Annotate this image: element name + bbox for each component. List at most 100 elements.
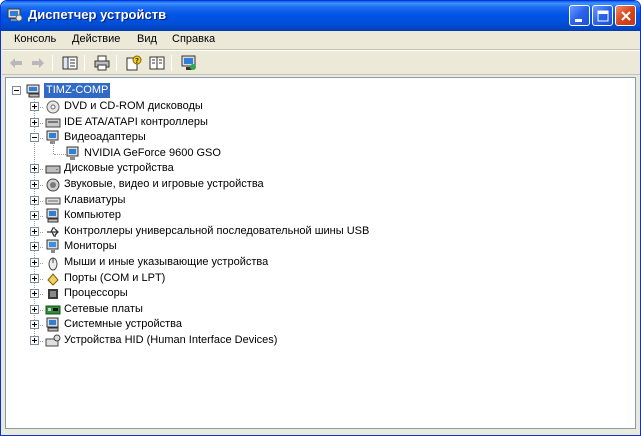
expand-toggle[interactable] — [30, 304, 39, 314]
tree-category-label[interactable]: Мыши и иные указывающие устройства — [64, 256, 268, 269]
minimize-icon — [575, 19, 582, 22]
tree-category-label[interactable]: Системные устройства — [64, 318, 182, 331]
expand-toggle[interactable] — [30, 226, 39, 236]
tree-category-row[interactable]: Контроллеры универсальной последовательн… — [6, 224, 635, 240]
device-tree[interactable]: TIMZ-COMP DVD и CD-ROM дисководы IDE ATA/… — [5, 77, 636, 429]
expand-toggle[interactable] — [30, 258, 39, 267]
title-bar[interactable]: Диспетчер устройств — [1, 1, 640, 31]
menu-console[interactable]: Консоль — [14, 33, 56, 45]
expand-toggle[interactable] — [30, 180, 39, 189]
tree-category-label[interactable]: Компьютер — [64, 209, 121, 222]
tree-category-row[interactable]: Видеоадаптеры — [6, 130, 635, 146]
tree-category-row[interactable]: Порты (COM и LPT) — [6, 271, 635, 287]
tree-root[interactable]: TIMZ-COMP — [6, 83, 635, 99]
tree-category-row[interactable]: Компьютер — [6, 208, 635, 224]
expand-toggle[interactable] — [30, 102, 39, 111]
tree-category-row[interactable]: Мониторы — [6, 239, 635, 255]
svg-text:?: ? — [135, 57, 139, 65]
ide-controller-icon — [45, 118, 61, 128]
properties-help-icon: ? — [126, 55, 142, 71]
expand-toggle[interactable] — [30, 164, 39, 174]
tree-category-row[interactable]: Сетевые платы — [6, 302, 635, 318]
network-card-icon — [45, 305, 61, 315]
usb-icon — [47, 227, 59, 237]
expand-toggle[interactable] — [30, 211, 39, 221]
toolbar-separator — [52, 55, 53, 71]
maximize-icon — [597, 10, 609, 22]
system-device-icon — [46, 317, 59, 332]
expand-toggle[interactable] — [30, 273, 39, 283]
tree-category-label[interactable]: Клавиатуры — [64, 194, 125, 207]
display-adapter-icon — [66, 146, 79, 160]
print-button[interactable] — [91, 53, 113, 73]
expand-toggle[interactable] — [30, 289, 39, 299]
properties-help-button[interactable]: ? — [123, 53, 145, 73]
tree-category-label[interactable]: Устройства HID (Human Interface Devices) — [64, 334, 277, 347]
window-title: Диспетчер устройств — [28, 7, 167, 22]
status-bar — [2, 431, 640, 435]
port-icon — [47, 272, 59, 286]
computer-icon — [46, 208, 59, 223]
menu-view[interactable]: Вид — [137, 33, 157, 45]
expand-toggle[interactable] — [30, 117, 39, 127]
tree-category-label[interactable]: Видеоадаптеры — [64, 131, 146, 144]
forward-arrow-icon — [32, 58, 44, 68]
tree-category-row[interactable]: Устройства HID (Human Interface Devices) — [6, 333, 635, 349]
menu-bar: Консоль Действие Вид Справка — [2, 31, 640, 49]
tree-device-row[interactable]: NVIDIA GeForce 9600 GSO — [6, 141, 635, 162]
processor-icon — [48, 289, 58, 300]
computer-name[interactable]: TIMZ-COMP — [44, 83, 111, 98]
computer-icon — [26, 84, 40, 98]
back-button[interactable] — [5, 53, 27, 73]
collapse-toggle[interactable] — [12, 86, 21, 95]
expand-toggle[interactable] — [30, 336, 39, 345]
tree-category-label[interactable]: DVD и CD-ROM дисководы — [64, 100, 203, 113]
tree-category-label[interactable]: Процессоры — [64, 287, 128, 300]
tree-category-row[interactable]: DVD и CD-ROM дисководы — [6, 99, 635, 115]
menu-separator-highlight — [2, 50, 640, 51]
tree-category-row[interactable]: IDE ATA/ATAPI контроллеры — [6, 115, 635, 131]
toolbar-separator — [171, 55, 172, 71]
tree-category-row[interactable]: Клавиатуры — [6, 193, 635, 209]
tree-category-row[interactable]: Звуковые, видео и игровые устройства — [6, 177, 635, 193]
close-icon — [621, 11, 631, 21]
close-button[interactable] — [615, 5, 636, 26]
maximize-button[interactable] — [592, 5, 613, 26]
menu-action[interactable]: Действие — [72, 33, 120, 45]
tree-category-label[interactable]: Звуковые, видео и игровые устройства — [64, 178, 264, 191]
expand-toggle[interactable] — [30, 195, 39, 205]
disk-drive-icon — [45, 165, 61, 174]
tree-category-label[interactable]: Мониторы — [64, 240, 117, 253]
properties-button[interactable] — [146, 53, 168, 73]
expand-toggle[interactable] — [30, 242, 39, 252]
tree-category-label[interactable]: Порты (COM и LPT) — [64, 272, 165, 285]
forward-button[interactable] — [27, 53, 49, 73]
keyboard-icon — [45, 197, 61, 205]
toolbar-separator — [116, 55, 117, 71]
scan-hardware-button[interactable] — [178, 53, 200, 73]
expand-toggle[interactable] — [30, 320, 39, 330]
tree-device-label[interactable]: NVIDIA GeForce 9600 GSO — [84, 147, 221, 160]
tree-category-row[interactable]: Системные устройства — [6, 317, 635, 333]
tree-category-label[interactable]: Контроллеры универсальной последовательн… — [64, 225, 369, 238]
minimize-button[interactable] — [569, 5, 590, 26]
tree-category-row[interactable]: Процессоры — [6, 286, 635, 302]
tree-category-label[interactable]: IDE ATA/ATAPI контроллеры — [64, 116, 208, 129]
cdrom-icon — [46, 100, 60, 114]
toolbar-separator-bottom — [2, 74, 640, 75]
sound-device-icon — [46, 178, 60, 192]
device-manager-window: Диспетчер устройств Консоль Действие Вид… — [0, 0, 641, 436]
mouse-icon — [48, 257, 58, 271]
print-icon — [94, 55, 110, 71]
menu-help[interactable]: Справка — [172, 33, 215, 45]
collapse-toggle[interactable] — [30, 133, 39, 143]
monitor-icon — [46, 239, 59, 254]
show-hide-tree-button[interactable] — [59, 53, 81, 73]
tree-category-row[interactable]: Дисковые устройства — [6, 161, 635, 177]
tree-category-row[interactable]: Мыши и иные указывающие устройства — [6, 255, 635, 271]
tree-category-label[interactable]: Сетевые платы — [64, 303, 143, 316]
back-arrow-icon — [10, 58, 22, 68]
hid-icon — [45, 334, 61, 347]
tree-category-label[interactable]: Дисковые устройства — [64, 162, 174, 175]
show-hide-tree-icon — [62, 56, 78, 70]
